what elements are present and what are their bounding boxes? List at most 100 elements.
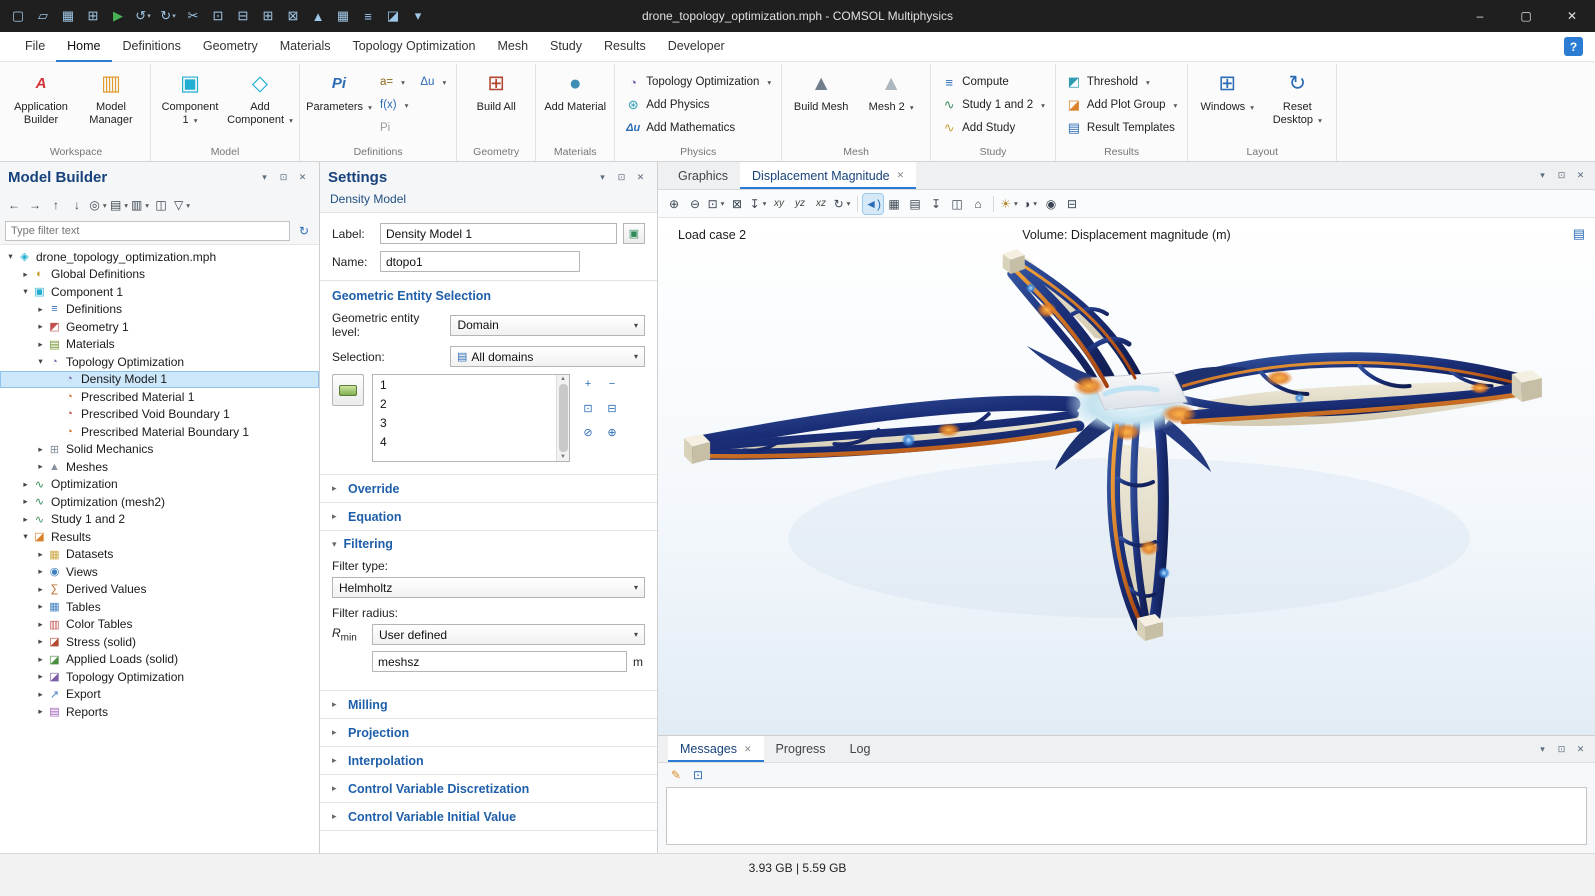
move-down-icon[interactable]: ↓	[67, 195, 87, 215]
menu-tab-topology-optimization[interactable]: Topology Optimization	[341, 32, 486, 62]
parameters-button[interactable]: PiParameters ▾	[305, 66, 373, 114]
section-milling[interactable]: ▸Milling	[320, 690, 657, 718]
expand-icon[interactable]: ▸	[34, 444, 47, 455]
remove-from-selection-icon[interactable]: −	[602, 374, 622, 394]
help-icon[interactable]: ?	[1564, 37, 1583, 56]
build-mesh-icon[interactable]: ▦	[331, 4, 355, 28]
build-all-button[interactable]: ⊞Build All	[462, 66, 530, 114]
section-projection[interactable]: ▸Projection	[320, 718, 657, 746]
graphics-canvas[interactable]: Load case 2 Volume: Displacement magnitu…	[658, 218, 1595, 735]
expand-icon[interactable]: ▸	[34, 689, 47, 700]
expand-icon[interactable]: ▸	[34, 654, 47, 665]
tree-node-materials[interactable]: ▸▤Materials	[0, 336, 319, 354]
tree-node-prescribed-void-boundary-1[interactable]: ◔Prescribed Void Boundary 1	[0, 406, 319, 424]
view-xy-button[interactable]: xy	[769, 194, 789, 214]
clear-messages-icon[interactable]: ✎	[666, 765, 686, 785]
tree-node-global-definitions[interactable]: ▸◐Global Definitions	[0, 266, 319, 284]
section-control-variable-initial-value[interactable]: ▸Control Variable Initial Value	[320, 802, 657, 830]
model-manager-button[interactable]: ▥Model Manager	[77, 66, 145, 127]
close-panel-icon[interactable]: ✕	[1572, 741, 1589, 758]
tree-node-component-1[interactable]: ▾▣Component 1	[0, 283, 319, 301]
toolbar-menu-icon[interactable]: ▾	[406, 4, 430, 28]
tree-node-optimization[interactable]: ▸∿Optimization	[0, 476, 319, 494]
zoom-in-icon[interactable]: ⊕	[664, 194, 684, 214]
tab-messages[interactable]: Messages✕	[668, 736, 764, 762]
expand-icon[interactable]: ▸	[34, 461, 47, 472]
domain-item[interactable]: 3	[373, 413, 569, 432]
zoom-out-icon[interactable]: ⊖	[685, 194, 705, 214]
tree-node-applied-loads-solid[interactable]: ▸◪Applied Loads (solid)	[0, 651, 319, 669]
domain-list-box[interactable]: 1234 ▲ ▼	[372, 374, 570, 462]
add-mathematics-button[interactable]: ΔuAdd Mathematics	[620, 117, 776, 139]
tree-node-solid-mechanics[interactable]: ▸⊞Solid Mechanics	[0, 441, 319, 459]
image-snapshot-icon[interactable]: ▦	[884, 194, 904, 214]
menu-tab-materials[interactable]: Materials	[269, 32, 342, 62]
add-material-button[interactable]: ●Add Material	[541, 66, 609, 114]
tree-node-definitions[interactable]: ▸≡Definitions	[0, 301, 319, 319]
domain-item[interactable]: 1	[373, 375, 569, 394]
component-1-button[interactable]: ▣Component 1 ▾	[156, 66, 224, 127]
filtering-section-header[interactable]: ▾ Filtering	[332, 537, 645, 551]
menu-tab-developer[interactable]: Developer	[657, 32, 736, 62]
tree-node-results[interactable]: ▾◪Results	[0, 528, 319, 546]
float-panel-icon[interactable]: ⊡	[1553, 741, 1570, 758]
sound-icon[interactable]: ◄)	[863, 194, 883, 214]
rotate-view-icon[interactable]: ↻▾	[832, 194, 852, 214]
section-equation[interactable]: ▸Equation	[320, 502, 657, 530]
expand-icon[interactable]: ▸	[34, 304, 47, 315]
duplicate-icon[interactable]: ⊞	[256, 4, 280, 28]
menu-tab-file[interactable]: File	[14, 32, 56, 62]
plot-icon[interactable]: ◪	[381, 4, 405, 28]
tree-node-export[interactable]: ▸↗Export	[0, 686, 319, 704]
functions-button[interactable]: f(x)▾	[375, 94, 413, 116]
screenshot-icon[interactable]: ◉	[1041, 194, 1061, 214]
new-file-icon[interactable]: ▢	[6, 4, 30, 28]
tree-node-color-tables[interactable]: ▸▥Color Tables	[0, 616, 319, 634]
expand-icon[interactable]: ▸	[19, 269, 32, 280]
zoom-extents-icon[interactable]: ⊠	[727, 194, 747, 214]
add-component-button[interactable]: ◇Add Component ▾	[226, 66, 294, 127]
parameter-case-button[interactable]: Pi	[375, 117, 413, 139]
domain-item[interactable]: 4	[373, 432, 569, 451]
close-tab-icon[interactable]: ✕	[897, 170, 905, 181]
menu-tab-results[interactable]: Results	[593, 32, 657, 62]
back-icon[interactable]: ←	[4, 195, 24, 215]
tree-node-density-model-1[interactable]: ◔Density Model 1	[0, 371, 319, 389]
add-to-selection-icon[interactable]: +	[578, 374, 598, 394]
cut-icon[interactable]: ✂	[181, 4, 205, 28]
panel-menu-icon[interactable]: ▾	[594, 169, 611, 186]
scroll-down-icon[interactable]: ▼	[560, 454, 566, 460]
tree-node-prescribed-material-boundary-1[interactable]: ◔Prescribed Material Boundary 1	[0, 423, 319, 441]
expand-icon[interactable]: ▸	[34, 671, 47, 682]
collapse-icon[interactable]: ▾	[4, 251, 17, 262]
collapse-tree-icon[interactable]: ▤▾	[109, 195, 129, 215]
tab-graphics[interactable]: Graphics	[666, 162, 740, 189]
close-panel-icon[interactable]: ✕	[294, 169, 311, 186]
filter-radius-dropdown[interactable]: User defined	[372, 624, 645, 645]
tree-node-topology-optimization[interactable]: ▾◔Topology Optimization	[0, 353, 319, 371]
environment-icon[interactable]: ◑▾	[1020, 194, 1040, 214]
menu-tab-home[interactable]: Home	[56, 32, 111, 62]
tree-node-study-1-and-2[interactable]: ▸∿Study 1 and 2	[0, 511, 319, 529]
expand-icon[interactable]: ▸	[34, 706, 47, 717]
tree-node-tables[interactable]: ▸▦Tables	[0, 598, 319, 616]
menu-tab-definitions[interactable]: Definitions	[112, 32, 192, 62]
add-physics-button[interactable]: ⊛Add Physics	[620, 94, 776, 116]
menu-tab-geometry[interactable]: Geometry	[192, 32, 269, 62]
copy-messages-icon[interactable]: ⊡	[688, 765, 708, 785]
result-templates-button[interactable]: ▤Result Templates	[1061, 117, 1182, 139]
tree-node-derived-values[interactable]: ▸∑Derived Values	[0, 581, 319, 599]
domain-item[interactable]: 2	[373, 394, 569, 413]
filter-type-dropdown[interactable]: Helmholtz	[332, 577, 645, 598]
tree-node-drone-topology-optimization-mph[interactable]: ▾◈drone_topology_optimization.mph	[0, 248, 319, 266]
filter-tree-icon[interactable]: ▽▾	[172, 195, 192, 215]
move-up-icon[interactable]: ↑	[46, 195, 66, 215]
preview-icon[interactable]: ⊞	[81, 4, 105, 28]
expand-icon[interactable]: ▸	[19, 496, 32, 507]
copy-icon[interactable]: ⊡	[206, 4, 230, 28]
close-panel-icon[interactable]: ✕	[632, 169, 649, 186]
menu-tab-mesh[interactable]: Mesh	[486, 32, 539, 62]
build-all-icon[interactable]: ▲	[306, 4, 330, 28]
filter-radius-input[interactable]	[372, 651, 627, 672]
float-panel-icon[interactable]: ⊡	[275, 169, 292, 186]
